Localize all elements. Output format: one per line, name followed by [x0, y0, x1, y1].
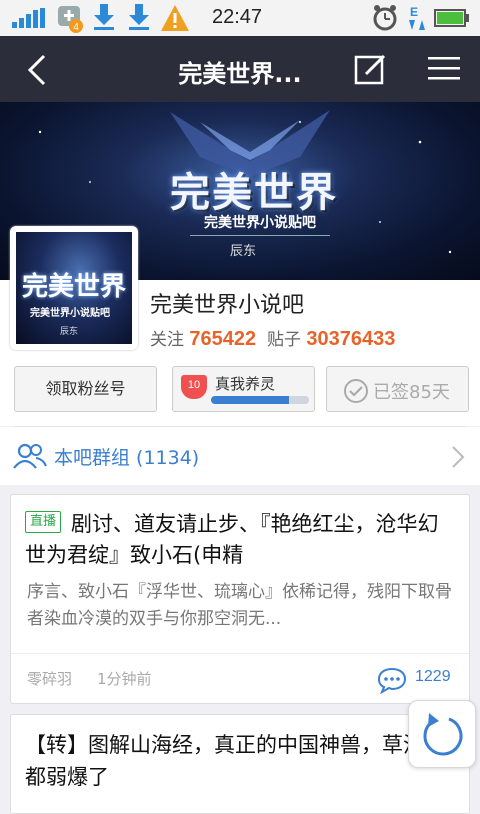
back-icon[interactable]	[22, 52, 52, 88]
post-abstract: 序言、致小石『浮华世、琉璃心』依稀记得，残阳下取骨者染血冷漠的双手与你那空洞无.…	[27, 582, 452, 629]
level-progress-bar	[211, 396, 309, 404]
sign-in-label: 已签85天	[373, 382, 450, 403]
nav-bar: 完美世界...	[0, 36, 480, 102]
forum-avatar: 完美世界 完美世界小说贴吧 辰东	[10, 226, 138, 350]
comment-icon	[377, 667, 407, 694]
post-title: 【转】图解山海经，真正的中国神兽，草泥马都弱爆了	[25, 733, 445, 789]
sign-in-button[interactable]: 已签85天	[326, 366, 469, 412]
edit-icon[interactable]	[354, 52, 388, 86]
member-level[interactable]: 10 真我养灵	[172, 366, 315, 412]
avatar-author: 辰东	[60, 327, 79, 337]
forum-stats: 关注 765422 贴子 30376433	[150, 325, 395, 351]
status-bar: 4 22:47 E	[0, 0, 480, 36]
live-tag: 直播	[25, 511, 62, 533]
refresh-button[interactable]	[408, 700, 476, 768]
banner-author: 辰东	[230, 244, 257, 259]
notification-icon: 4	[58, 6, 83, 33]
alarm-icon	[373, 5, 397, 31]
post-title: 剧讨、道友请止步、『艳绝红尘，沧华幻世为君绽』致小石(申精	[25, 512, 439, 567]
banner-title: 完美世界	[170, 169, 338, 216]
clock: 22:47	[212, 6, 263, 28]
refresh-icon	[423, 713, 463, 756]
action-row: 领取粉丝号 10 真我养灵 已签85天	[0, 360, 480, 426]
notification-badge: 4	[73, 22, 79, 33]
banner-subtitle: 完美世界小说贴吧	[190, 212, 330, 236]
get-fan-number-button[interactable]: 领取粉丝号	[14, 366, 157, 412]
post-author[interactable]: 零碎羽	[27, 668, 72, 689]
download-icon	[94, 4, 114, 30]
post-footer: 零碎羽 1分钟前 1229	[11, 653, 469, 703]
svg-text:E: E	[410, 5, 418, 19]
battery-icon	[434, 9, 469, 27]
level-name: 真我养灵	[215, 375, 276, 393]
group-icon	[13, 443, 47, 469]
post-time: 1分钟前	[97, 670, 152, 688]
network-icon: E	[409, 5, 425, 30]
download-icon	[129, 4, 149, 30]
level-badge: 10	[181, 375, 207, 399]
page-title: 完美世界...	[178, 60, 302, 88]
follow-label: 关注	[150, 330, 184, 350]
follow-count: 765422	[189, 328, 257, 350]
warning-icon	[161, 5, 189, 31]
signal-icon	[12, 8, 45, 28]
forum-name: 完美世界小说吧	[150, 293, 305, 318]
avatar-title: 完美世界	[22, 272, 127, 302]
comment-count: 1229	[415, 668, 451, 685]
avatar-subtitle: 完美世界小说贴吧	[30, 308, 110, 319]
forum-groups-row[interactable]: 本吧群组 (1134)	[0, 427, 480, 485]
posts-count: 30376433	[306, 328, 396, 350]
level-progress-fill	[211, 396, 290, 404]
post-card[interactable]: 【转】图解山海经，真正的中国神兽，草泥马都弱爆了	[10, 714, 470, 814]
forum-groups-label: 本吧群组 (1134)	[54, 447, 200, 469]
chevron-right-icon	[452, 446, 465, 468]
menu-icon[interactable]	[428, 56, 462, 82]
check-circle-icon	[344, 379, 368, 403]
post-card[interactable]: 剧讨、道友请止步、『艳绝红尘，沧华幻世为君绽』致小石(申精 直播 序言、致小石『…	[10, 494, 470, 704]
posts-label: 贴子	[266, 330, 301, 350]
